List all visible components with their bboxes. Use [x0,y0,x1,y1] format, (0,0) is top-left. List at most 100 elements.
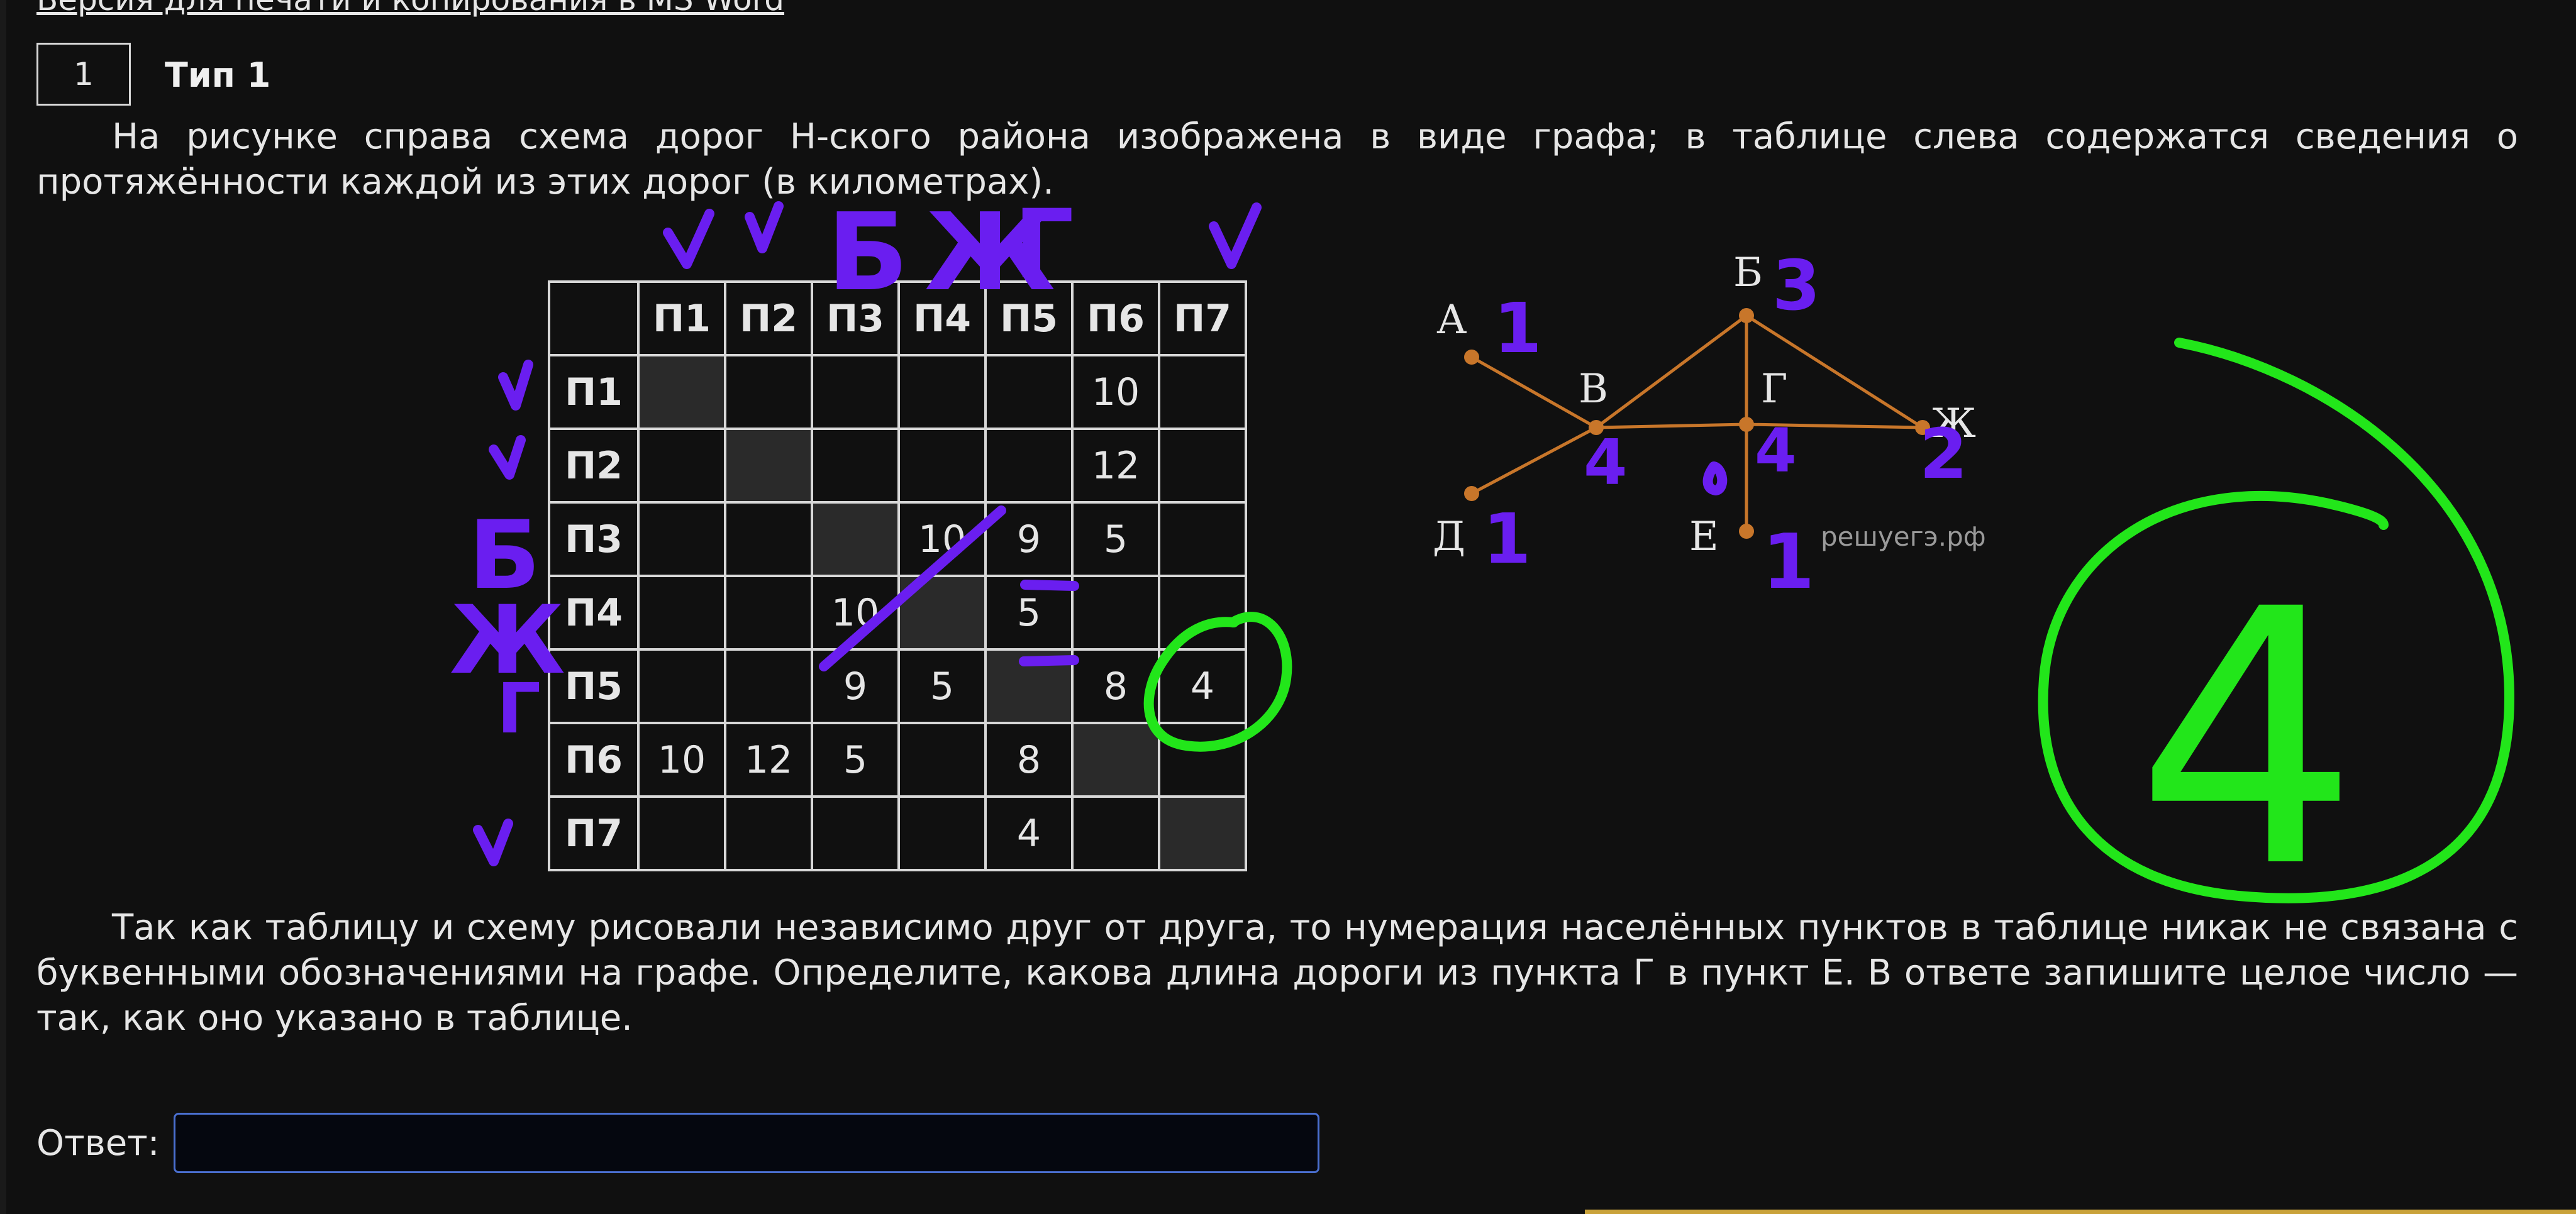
table-cell [984,428,1074,504]
node-b [1739,308,1754,323]
big-answer-circle [2038,338,2515,903]
table-cell: 5 [984,575,1074,651]
distance-table: П1 П2 П3 П4 П5 П6 П7 П1 10 П2 12 П3 10 9 5 П4 10 5 П5 9 5 8 4 П… [548,280,1247,871]
label-v: В [1579,366,1608,412]
print-version-link[interactable]: Версия для печати и копирования в MS Wor… [36,0,784,18]
check-mark-col-p2 [745,201,784,253]
label-d: Д [1433,514,1465,560]
table-cell [637,354,726,430]
label-g: Г [1761,366,1787,412]
graph-watermark: решуегэ.рф [1821,521,1986,552]
table-cell [724,428,813,504]
table-row: П3 10 9 5 [548,501,1247,577]
table-cell: 10 [811,575,900,651]
table-cell [1158,575,1247,651]
row-mark-g: Г [497,668,541,749]
edge-d-v [1470,426,1597,495]
table-cell: 12 [1071,428,1160,504]
table-cell [637,795,726,871]
node-e [1739,524,1754,539]
table-cell: 8 [1071,648,1160,724]
label-e: Е [1689,514,1719,560]
table-row: П1 10 [548,354,1247,430]
table-cell [724,501,813,577]
column-header: П5 [984,280,1074,356]
check-mark-col-p1 [663,209,714,269]
table-cell [897,354,987,430]
question-intro-text: На рисунке справа схема дорог Н-ского ра… [36,116,2518,202]
table-cell: 4 [1158,648,1247,724]
table-cell [984,354,1074,430]
edge-v-b [1595,314,1748,429]
column-header: П3 [811,280,900,356]
column-header: П6 [1071,280,1160,356]
table-cell [1158,722,1247,798]
table-cell: 9 [811,648,900,724]
table-row: П6 10 12 5 8 [548,722,1247,798]
node-d [1464,486,1479,501]
table-row: П5 9 5 8 4 [548,648,1247,724]
table-cell [811,501,900,577]
table-cell [637,501,726,577]
table-cell [811,354,900,430]
table-cell: 10 [637,722,726,798]
row-header: П3 [548,501,640,577]
answer-label: Ответ: [36,1123,160,1164]
question-number-box: 1 [36,43,131,106]
row-header: П6 [548,722,640,798]
table-cell [1158,354,1247,430]
label-a: А [1436,297,1467,343]
row-header: П4 [548,575,640,651]
table-cell [897,795,987,871]
table-cell: 4 [984,795,1074,871]
table-cell [637,575,726,651]
answer-input[interactable] [174,1113,1319,1173]
table-cell [811,428,900,504]
table-cell [1071,795,1160,871]
table-row: П7 4 [548,795,1247,871]
table-cell [724,648,813,724]
edge-v-g [1596,422,1747,429]
table-cell [724,795,813,871]
column-header: П1 [637,280,726,356]
row-mark-b: Б [469,501,540,610]
node-g [1739,417,1754,432]
table-cell [1158,428,1247,504]
column-header: П2 [724,280,813,356]
check-mark-row-p2 [489,435,526,480]
row-header: П1 [548,354,640,430]
row-header: П2 [548,428,640,504]
table-header-row: П1 П2 П3 П4 П5 П6 П7 [548,280,1247,356]
table-cell: 5 [897,648,987,724]
node-v [1589,420,1604,435]
question-task-text: Так как таблицу и схему рисовали независ… [36,907,2518,1039]
check-mark-row-p7 [473,819,513,866]
road-graph: А Б В Г Ж Д Е решуегэ.рф [1433,250,1986,560]
table-cell [897,575,987,651]
table-cell [1071,575,1160,651]
column-header: П7 [1158,280,1247,356]
table-cell [637,648,726,724]
edge-g-zh [1746,422,1923,429]
question-type-title: Тип 1 [165,55,271,95]
table-cell: 10 [1071,354,1160,430]
table-cell [724,575,813,651]
page-left-edge [0,0,6,1214]
table-cell [897,428,987,504]
label-zh: Ж [1931,400,1976,447]
table-cell [984,648,1074,724]
row-header: П5 [548,648,640,724]
check-mark-col-p7 [1209,202,1262,269]
node-a [1464,350,1479,365]
table-cell [1158,501,1247,577]
column-header: П4 [897,280,987,356]
bottom-accent-line [1585,1210,2576,1214]
big-answer-digit: 4 [2135,535,2359,945]
question-number: 1 [74,56,94,92]
table-cell: 5 [1071,501,1160,577]
table-corner-cell [548,280,640,356]
row-header: П7 [548,795,640,871]
table-cell [811,795,900,871]
table-cell: 12 [724,722,813,798]
table-cell [1071,722,1160,798]
